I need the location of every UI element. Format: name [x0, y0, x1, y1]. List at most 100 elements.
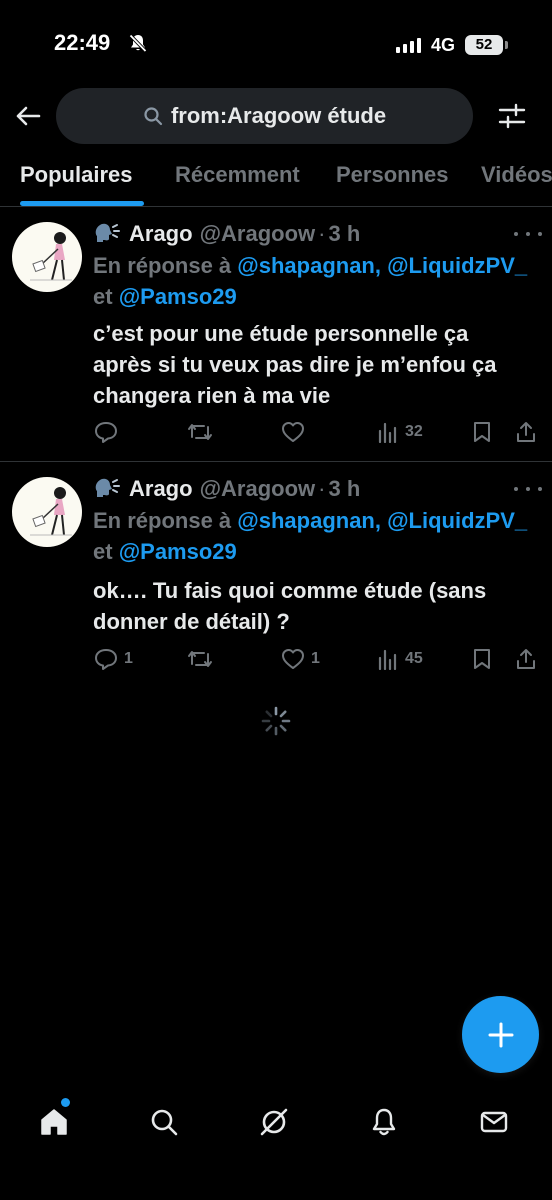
search-filters-button[interactable]: [496, 100, 528, 132]
analytics-icon: [378, 649, 397, 670]
bell-off-icon: [129, 34, 147, 53]
heart-icon: [282, 649, 304, 669]
notifications-bell-icon: [372, 1108, 396, 1136]
share-icon: [517, 649, 535, 669]
share-button[interactable]: [515, 644, 537, 674]
reply-prefix: En réponse à: [93, 508, 232, 533]
separator: ·: [318, 221, 326, 246]
reply-mention[interactable]: @Pamso29: [119, 539, 237, 564]
analytics-icon: [378, 422, 397, 443]
reply-mentions[interactable]: @shapagnan, @LiquidzPV_: [237, 253, 527, 278]
tweet[interactable]: Arago @Aragoow · 3 h En réponse à @shapa…: [0, 463, 552, 693]
more-options-icon[interactable]: [514, 479, 542, 499]
active-tab-indicator: [20, 201, 144, 206]
tab-personnes[interactable]: Personnes: [336, 162, 449, 188]
reply-icon: [95, 649, 117, 670]
reply-prefix: En réponse à: [93, 253, 232, 278]
back-button[interactable]: [12, 100, 44, 132]
avatar[interactable]: [12, 222, 82, 292]
reply-joiner: et: [93, 539, 113, 564]
retweet-icon: [188, 651, 212, 667]
heart-icon: [282, 422, 304, 442]
home-icon: [41, 1109, 67, 1135]
reply-context: En réponse à @shapagnan, @LiquidzPV_ et …: [93, 505, 543, 567]
tab-populaires[interactable]: Populaires: [20, 162, 132, 188]
tweet-time[interactable]: 3 h: [328, 220, 360, 248]
tweet-header: Arago @Aragoow · 3 h: [93, 475, 360, 503]
author-name[interactable]: Arago: [129, 475, 193, 503]
like-count: 1: [311, 650, 320, 667]
tweet-text-line: changera rien à ma vie: [93, 383, 331, 408]
tweet-text-line: ok…. Tu fais quoi comme étude (sans: [93, 578, 487, 603]
home-notification-dot: [61, 1098, 70, 1107]
retweet-button[interactable]: [187, 644, 219, 674]
reply-icon: [95, 422, 117, 443]
plus-icon: [488, 1022, 513, 1047]
reply-joiner: et: [93, 284, 113, 309]
author-handle[interactable]: @Aragoow: [200, 220, 316, 248]
bookmark-icon: [474, 649, 490, 669]
nav-home[interactable]: [34, 1102, 74, 1142]
messages-envelope-icon: [480, 1111, 508, 1133]
search-input[interactable]: from:Aragoow étude: [56, 88, 473, 144]
separator: ·: [318, 476, 326, 501]
reply-button[interactable]: 1: [94, 644, 133, 674]
tweet-text: ok…. Tu fais quoi comme étude (sans donn…: [93, 575, 545, 637]
nav-grok[interactable]: [254, 1102, 294, 1142]
reply-count: 1: [124, 650, 133, 667]
tweet-text-line: c’est pour une étude personnelle ça: [93, 321, 469, 346]
tweet-actions: 32: [0, 417, 552, 447]
author-handle[interactable]: @Aragoow: [200, 475, 316, 503]
share-icon: [517, 422, 535, 442]
status-time: 22:49: [54, 30, 111, 55]
more-options-icon[interactable]: [514, 224, 542, 244]
bottom-navigation: [0, 1090, 552, 1200]
author-name[interactable]: Arago: [129, 220, 193, 248]
nav-search[interactable]: [144, 1102, 184, 1142]
network-type: 4G: [431, 35, 456, 55]
speaking-head-icon: [93, 477, 121, 501]
like-button[interactable]: [281, 417, 311, 447]
search-tabs: Populaires Récemment Personnes Vidéos: [0, 150, 552, 207]
search-header: from:Aragoow étude: [0, 86, 552, 146]
battery-level: 52: [465, 35, 503, 55]
reply-context: En réponse à @shapagnan, @LiquidzPV_ et …: [93, 250, 543, 312]
filter-sliders-icon: [498, 103, 526, 129]
tweet[interactable]: Arago @Aragoow · 3 h En réponse à @shapa…: [0, 208, 552, 462]
retweet-icon: [188, 424, 212, 440]
tab-videos[interactable]: Vidéos: [481, 162, 552, 188]
view-count: 45: [405, 650, 423, 667]
nav-notifications[interactable]: [364, 1102, 404, 1142]
tweet-text-line: donner de détail) ?: [93, 609, 290, 634]
grok-icon: [260, 1108, 288, 1136]
compose-post-button[interactable]: [462, 996, 539, 1073]
tweet-text: c’est pour une étude personnelle ça aprè…: [93, 318, 545, 411]
speaking-head-icon: [93, 222, 121, 246]
view-count: 32: [405, 423, 423, 440]
reply-mention[interactable]: @Pamso29: [119, 284, 237, 309]
search-query: from:Aragoow étude: [170, 103, 387, 128]
bookmark-icon: [474, 422, 490, 442]
share-button[interactable]: [515, 417, 537, 447]
status-bar: 22:49 4G 52: [0, 0, 552, 90]
retweet-button[interactable]: [187, 417, 219, 447]
avatar[interactable]: [12, 477, 82, 547]
nav-messages[interactable]: [474, 1102, 514, 1142]
search-icon: [144, 107, 163, 126]
views-button[interactable]: 32: [377, 417, 423, 447]
reply-button[interactable]: [94, 417, 124, 447]
search-icon: [151, 1109, 178, 1136]
reply-mentions[interactable]: @shapagnan, @LiquidzPV_: [237, 508, 527, 533]
loading-spinner-icon: [261, 706, 291, 736]
bookmark-button[interactable]: [472, 644, 492, 674]
tweet-header: Arago @Aragoow · 3 h: [93, 220, 360, 248]
bookmark-button[interactable]: [472, 417, 492, 447]
like-button[interactable]: 1: [281, 644, 320, 674]
views-button[interactable]: 45: [377, 644, 423, 674]
tab-recemment[interactable]: Récemment: [175, 162, 300, 188]
back-arrow-icon: [16, 106, 41, 126]
battery-tip: [505, 41, 508, 49]
signal-strength-icon: [396, 37, 421, 53]
tweet-text-line: après si tu veux pas dire je m’enfou ça: [93, 352, 497, 377]
tweet-time[interactable]: 3 h: [328, 475, 360, 503]
